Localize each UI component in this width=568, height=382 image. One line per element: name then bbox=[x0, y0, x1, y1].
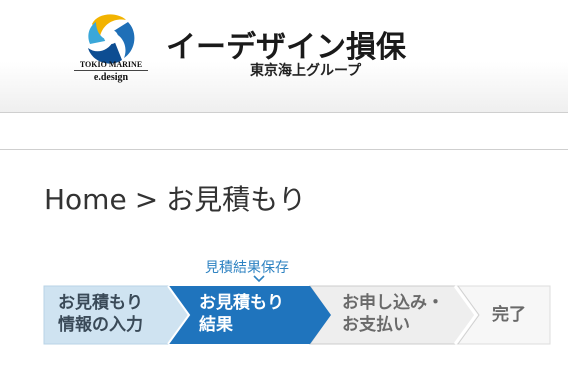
logo-divider bbox=[74, 70, 148, 71]
site-header: TOKIO MARINE e.design イーデザイン損保 東京海上グループ bbox=[0, 0, 568, 113]
logo-text-sub: e.design bbox=[93, 72, 129, 83]
step-4-label: 完了 bbox=[492, 305, 526, 325]
breadcrumb-current: お見積もり bbox=[166, 183, 307, 216]
step-2-label: お見積もり 結果 bbox=[199, 293, 284, 335]
save-quote-link[interactable]: 見積結果保存 bbox=[205, 257, 289, 277]
progress-steps: お見積もり 情報の入力 お見積もり 結果 お申し込み・ お支払い 完了 bbox=[0, 282, 568, 348]
step-3-label: お申し込み・ お支払い bbox=[342, 293, 444, 335]
breadcrumb-separator: > bbox=[134, 183, 159, 216]
group-name: 東京海上グループ bbox=[250, 63, 362, 79]
logo-text-company: TOKIO MARINE bbox=[79, 60, 143, 69]
header-band bbox=[0, 113, 568, 150]
breadcrumb-home[interactable]: Home bbox=[44, 183, 127, 216]
breadcrumb: Home > お見積もり bbox=[44, 178, 306, 218]
step-1-label: お見積もり 情報の入力 bbox=[58, 293, 143, 335]
